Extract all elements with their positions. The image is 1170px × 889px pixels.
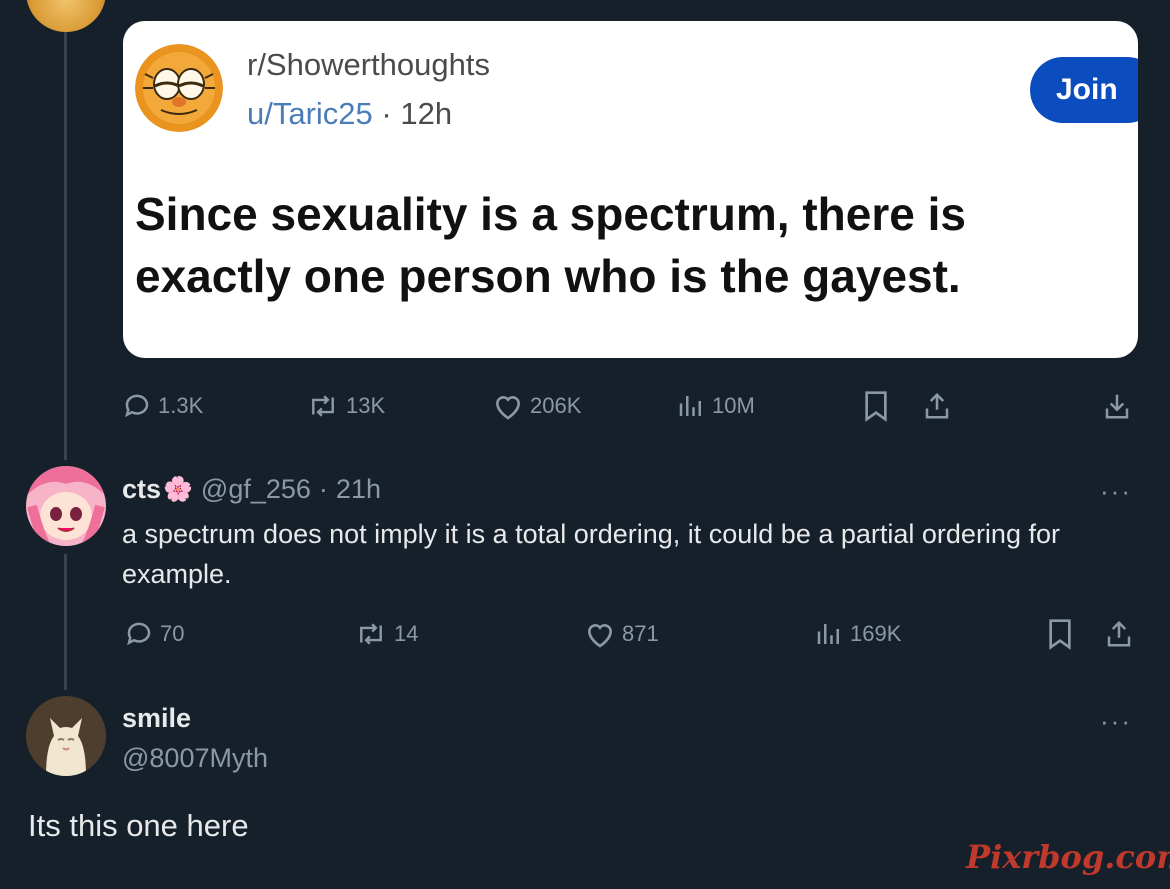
avatar[interactable]	[26, 0, 106, 32]
more-options-icon[interactable]: ···	[1100, 476, 1132, 507]
more-options-icon[interactable]: ···	[1100, 706, 1132, 737]
views-icon	[679, 396, 701, 416]
repost-icon	[312, 395, 334, 417]
like-count: 206K	[530, 393, 582, 418]
reply-text: a spectrum does not imply it is a total …	[122, 519, 1060, 589]
post-meta: u/Taric25 · 12h	[247, 96, 452, 132]
like-count: 871	[622, 621, 659, 646]
meta-separator: ·	[318, 474, 328, 504]
post-text: Since sexuality is a spectrum, there is …	[135, 188, 966, 302]
repost-count: 14	[394, 621, 419, 646]
bookmark-button[interactable]	[862, 386, 890, 426]
post-action-bar: 1.3K 13K 206K 10M	[0, 386, 1170, 426]
share-button[interactable]	[1104, 614, 1134, 654]
download-icon	[1105, 394, 1129, 419]
reply-avatar[interactable]	[26, 466, 106, 546]
views-button[interactable]: 10M	[676, 386, 755, 426]
repost-button[interactable]: 13K	[306, 386, 385, 426]
join-button[interactable]: Join	[1030, 57, 1138, 123]
main-tweet-display-name[interactable]: smile	[122, 703, 191, 734]
reply-button[interactable]: 70	[124, 614, 184, 654]
share-icon	[1107, 620, 1131, 647]
views-count: 10M	[712, 393, 755, 418]
like-button[interactable]: 206K	[492, 386, 581, 426]
bookmark-button[interactable]	[1046, 614, 1074, 654]
download-button[interactable]	[1102, 386, 1132, 426]
main-tweet-handle[interactable]: @8007Myth	[122, 743, 268, 774]
reply-handle[interactable]: @gf_256	[201, 474, 311, 505]
comment-icon	[125, 394, 149, 418]
comment-icon	[127, 622, 151, 646]
repost-count: 13K	[346, 393, 386, 418]
reply-count: 70	[160, 621, 185, 646]
reply-button[interactable]: 1.3K	[122, 386, 203, 426]
main-tweet-avatar[interactable]	[26, 696, 106, 776]
embedded-post-card[interactable]: r/Showerthoughts u/Taric25 · 12h Join Si…	[123, 21, 1138, 358]
post-time: 12h	[400, 96, 453, 131]
heart-icon	[495, 396, 521, 420]
meta-separator: ·	[381, 96, 392, 131]
repost-icon	[360, 623, 382, 645]
heart-icon	[587, 624, 613, 648]
reply-time[interactable]: 21h	[336, 474, 381, 505]
watermark: Pixrbog.com	[966, 838, 1170, 876]
reply-count: 1.3K	[158, 393, 204, 418]
share-button[interactable]	[922, 386, 952, 426]
views-icon	[817, 624, 839, 644]
subreddit-name[interactable]: r/Showerthoughts	[247, 47, 490, 83]
bookmark-icon	[1049, 619, 1071, 650]
views-count: 169K	[850, 621, 902, 646]
bookmark-icon	[865, 391, 887, 422]
views-button[interactable]: 169K	[814, 614, 901, 654]
reply-author[interactable]: cts 🌸 @gf_256 · 21h	[122, 474, 381, 505]
main-tweet-text: Its this one here	[28, 808, 249, 843]
repost-button[interactable]: 14	[354, 614, 418, 654]
subreddit-avatar	[135, 44, 223, 132]
reply-action-bar: 70 14 871 169K	[0, 614, 1170, 654]
share-icon	[925, 392, 949, 419]
post-username[interactable]: u/Taric25	[247, 96, 373, 131]
flower-emoji-icon: 🌸	[163, 476, 193, 503]
like-button[interactable]: 871	[584, 614, 659, 654]
reply-display-name[interactable]: cts	[122, 474, 161, 505]
